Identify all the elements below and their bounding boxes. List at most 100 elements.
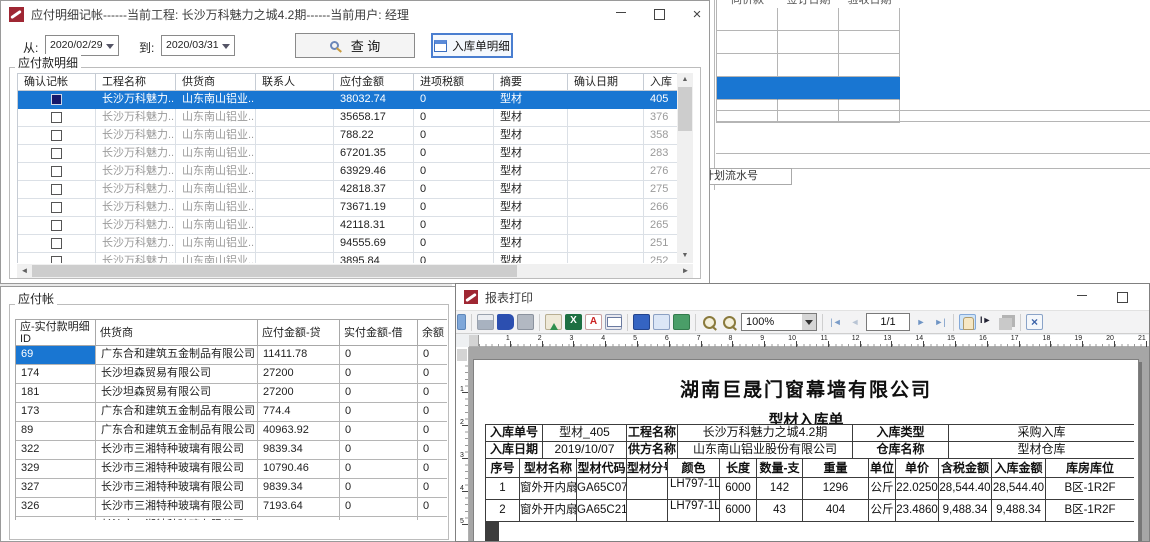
column-header[interactable]: 供货商 xyxy=(96,320,258,346)
column-header[interactable]: 确认记帐 xyxy=(18,73,96,91)
confirm-checkbox[interactable] xyxy=(51,256,62,263)
close-preview-icon[interactable] xyxy=(1026,314,1043,330)
column-header[interactable]: 摘要 xyxy=(494,73,568,91)
column-header[interactable]: 验收日期 xyxy=(839,0,900,8)
table-row[interactable]: 长沙市三湘特种玻璃有限公司 xyxy=(16,517,447,520)
window-split-icon[interactable] xyxy=(457,314,466,330)
detail-cell: LH797-1LL xyxy=(668,478,720,500)
preview-canvas[interactable]: 湖南巨晟门窗幕墙有限公司 型材入库单 入库单号 型材_405 工程名称 长沙万科… xyxy=(469,347,1150,542)
maximize-button[interactable] xyxy=(645,5,673,24)
table-row[interactable]: 322 长沙市三湘特种玻璃有限公司 9839.34 0 0 xyxy=(16,441,447,460)
minimize-button[interactable] xyxy=(607,5,635,24)
scrollbar-thumb[interactable] xyxy=(32,265,517,277)
scroll-down-icon[interactable] xyxy=(677,249,693,263)
column-header[interactable]: 工程名称 xyxy=(96,73,176,91)
close-button[interactable] xyxy=(1146,288,1150,307)
minimize-button[interactable] xyxy=(1068,288,1096,307)
print-setup-icon[interactable] xyxy=(517,314,534,330)
inbound-detail-button[interactable]: 入库单明细 xyxy=(431,33,513,58)
confirm-checkbox[interactable] xyxy=(51,112,62,123)
to-date-select[interactable]: 2020/03/31 xyxy=(161,35,235,56)
page-number-input[interactable]: 1/1 xyxy=(866,313,910,331)
column-header[interactable]: 联系人 xyxy=(256,73,334,91)
confirm-checkbox[interactable] xyxy=(51,148,62,159)
vertical-scrollbar[interactable] xyxy=(677,73,693,263)
table-row[interactable]: 69 广东合和建筑五金制品有限公司 11411.78 0 0 xyxy=(16,346,447,365)
column-header[interactable]: 余额 xyxy=(418,320,447,346)
table-row[interactable]: 长沙万科魅力... 山东南山铝业... 42818.37 0 型材 275 xyxy=(18,181,677,199)
column-header[interactable]: 进项税额 xyxy=(414,73,494,91)
table-row[interactable]: 长沙万科魅力... 山东南山铝业... 73671.19 0 型材 266 xyxy=(18,199,677,217)
confirm-checkbox[interactable] xyxy=(51,94,62,105)
ruler-scroll-block[interactable] xyxy=(457,349,467,361)
scroll-right-icon[interactable] xyxy=(678,264,693,278)
table-row[interactable]: 长沙万科魅力... 山东南山铝业... 42118.31 0 型材 265 xyxy=(18,217,677,235)
zoom-in-icon[interactable] xyxy=(701,314,718,330)
confirm-checkbox[interactable] xyxy=(51,166,62,177)
table-row[interactable]: 长沙万科魅力... 山东南山铝业... 38032.74 0 型材 405 xyxy=(18,91,677,109)
title-bar[interactable]: 报表打印 xyxy=(456,284,1149,310)
scroll-left-icon[interactable] xyxy=(17,264,32,278)
column-header[interactable]: 入库 xyxy=(644,73,677,91)
title-bar[interactable]: 应付明细记帐------当前工程: 长沙万科魅力之城4.2期------当前用户… xyxy=(1,1,709,28)
table-row[interactable]: 长沙万科魅力... 山东南山铝业... 35658.17 0 型材 376 xyxy=(18,109,677,127)
table-row[interactable]: 327 长沙市三湘特种玻璃有限公司 9839.34 0 0 xyxy=(16,479,447,498)
column-header[interactable]: 实付金额-借 xyxy=(340,320,418,346)
from-date-select[interactable]: 2020/02/29 xyxy=(45,35,119,56)
confirm-checkbox[interactable] xyxy=(51,184,62,195)
table-row[interactable] xyxy=(717,100,900,123)
multi-page-view-icon[interactable] xyxy=(673,314,690,330)
zoom-level-select[interactable]: 100% xyxy=(741,313,817,331)
column-header[interactable]: 同价款 xyxy=(717,0,778,8)
table-row[interactable] xyxy=(717,31,900,54)
column-header[interactable]: 确认日期 xyxy=(568,73,644,91)
previous-page-icon[interactable] xyxy=(847,314,863,330)
table-row[interactable]: 329 长沙市三湘特种玻璃有限公司 10790.46 0 0 xyxy=(16,460,447,479)
table-row[interactable] xyxy=(717,8,900,31)
print-icon[interactable] xyxy=(477,314,494,330)
table-row[interactable]: 长沙万科魅力... 山东南山铝业... 788.22 0 型材 358 xyxy=(18,127,677,145)
single-page-view-icon[interactable] xyxy=(653,314,670,330)
table-row[interactable]: 89 广东合和建筑五金制品有限公司 40963.92 0 0 xyxy=(16,422,447,441)
export-pdf-icon[interactable] xyxy=(585,314,602,330)
column-header[interactable]: 应付金额 xyxy=(334,73,414,91)
horizontal-scrollbar[interactable] xyxy=(17,264,693,278)
last-page-icon[interactable] xyxy=(932,314,948,330)
column-header[interactable]: 供货商 xyxy=(176,73,256,91)
text-select-icon[interactable] xyxy=(979,314,996,330)
book-icon[interactable] xyxy=(497,314,514,330)
column-header[interactable]: 签订日期 xyxy=(778,0,839,8)
export-excel-icon[interactable] xyxy=(565,314,582,330)
hand-tool-icon[interactable] xyxy=(959,314,976,330)
first-page-icon[interactable] xyxy=(828,314,844,330)
amount-cell: 63929.46 xyxy=(334,163,414,181)
send-mail-icon[interactable] xyxy=(605,314,622,330)
scroll-up-icon[interactable] xyxy=(677,73,693,87)
query-button[interactable]: 查 询 xyxy=(295,33,415,58)
close-button[interactable] xyxy=(683,5,711,24)
table-row[interactable]: 长沙万科魅力... 山东南山铝业... 67201.35 0 型材 283 xyxy=(18,145,677,163)
table-row[interactable]: 长沙万科魅力... 山东南山铝业... 3895.84 0 型材 252 xyxy=(18,253,677,263)
confirm-checkbox[interactable] xyxy=(51,220,62,231)
column-header[interactable]: 应-实付款明细ID xyxy=(16,320,96,346)
confirm-checkbox[interactable] xyxy=(51,202,62,213)
next-page-icon[interactable] xyxy=(913,314,929,330)
scrollbar-thumb[interactable] xyxy=(678,87,692,131)
table-row[interactable] xyxy=(717,54,900,77)
table-row[interactable]: 长沙万科魅力... 山东南山铝业... 94555.69 0 型材 251 xyxy=(18,235,677,253)
table-row-selected[interactable] xyxy=(717,77,900,100)
confirm-checkbox[interactable] xyxy=(51,130,62,141)
confirm-checkbox[interactable] xyxy=(51,238,62,249)
export-icon[interactable] xyxy=(545,314,562,330)
table-row[interactable]: 174 长沙坦森贸易有限公司 27200 0 0 xyxy=(16,365,447,384)
maximize-button[interactable] xyxy=(1108,288,1136,307)
zoom-out-icon[interactable] xyxy=(721,314,738,330)
summary-cell: 型材 xyxy=(494,109,568,127)
save-icon[interactable] xyxy=(633,314,650,330)
copy-icon[interactable] xyxy=(999,318,1012,330)
table-row[interactable]: 326 长沙市三湘特种玻璃有限公司 7193.64 0 0 xyxy=(16,498,447,517)
table-row[interactable]: 173 广东合和建筑五金制品有限公司 774.4 0 0 xyxy=(16,403,447,422)
table-row[interactable]: 长沙万科魅力... 山东南山铝业... 63929.46 0 型材 276 xyxy=(18,163,677,181)
table-row[interactable]: 181 长沙坦森贸易有限公司 27200 0 0 xyxy=(16,384,447,403)
column-header[interactable]: 应付金额-贷 xyxy=(258,320,340,346)
